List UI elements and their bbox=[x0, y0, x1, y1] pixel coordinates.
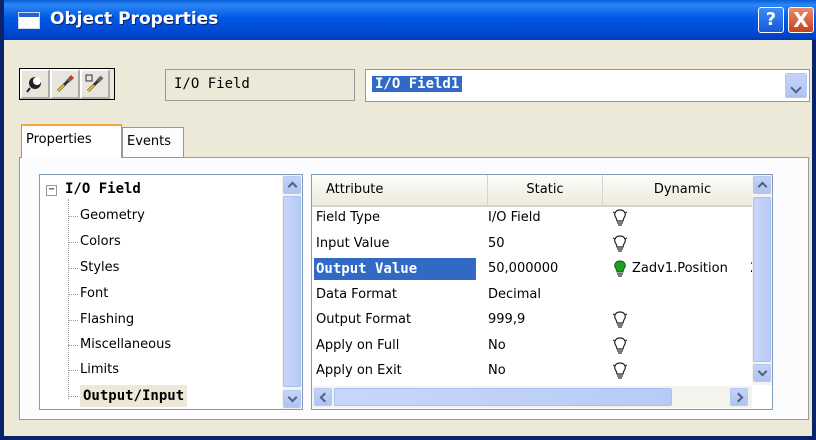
grid-row[interactable]: Output Format 999,9 bbox=[312, 309, 772, 331]
cell-static[interactable]: I/O Field bbox=[488, 207, 598, 229]
tab-properties[interactable]: Properties bbox=[21, 124, 122, 158]
cell-static[interactable]: Decimal bbox=[488, 284, 598, 306]
column-header-attribute[interactable]: Attribute bbox=[312, 175, 488, 205]
tree-item-font[interactable]: Font bbox=[67, 283, 108, 305]
grid-row[interactable]: Apply on Full No bbox=[312, 335, 772, 357]
object-type-field: I/O Field bbox=[165, 69, 355, 101]
grid-scroll-left-icon[interactable] bbox=[314, 388, 332, 406]
property-tree: − I/O Field Geometry Colors Styles Font F… bbox=[39, 174, 303, 410]
object-name-combo[interactable]: I/O Field1 bbox=[365, 69, 810, 102]
cell-attribute[interactable]: Apply on Full bbox=[314, 335, 476, 357]
column-header-static[interactable]: Static bbox=[488, 175, 603, 205]
collapse-toggle-icon[interactable]: − bbox=[46, 185, 57, 196]
scroll-down-icon[interactable] bbox=[283, 390, 301, 408]
tree-scrollbar[interactable] bbox=[282, 175, 302, 409]
cell-static[interactable]: No bbox=[488, 335, 598, 357]
tree-item-output-input[interactable]: Output/Input bbox=[67, 385, 188, 407]
cell-static[interactable]: 999,9 bbox=[488, 309, 598, 331]
window-icon bbox=[18, 12, 40, 29]
pin-icon[interactable] bbox=[20, 69, 50, 99]
cell-static[interactable]: 50,000000 bbox=[488, 258, 598, 280]
title-bar[interactable]: Object Properties ? X bbox=[4, 0, 816, 40]
grid-scroll-up-icon[interactable] bbox=[753, 176, 771, 194]
attribute-grid: Attribute Static Dynamic Field Type I/O F… bbox=[311, 174, 773, 410]
pipette-copy-icon[interactable] bbox=[80, 69, 110, 99]
grid-hscroll-thumb[interactable] bbox=[334, 388, 672, 406]
object-name-value[interactable]: I/O Field1 bbox=[372, 76, 463, 92]
cell-static[interactable]: No bbox=[488, 360, 598, 382]
tree-root[interactable]: − I/O Field bbox=[46, 181, 141, 197]
grid-scroll-down-icon[interactable] bbox=[753, 364, 771, 382]
cell-attribute[interactable]: Output Format bbox=[314, 309, 476, 331]
tree-item-colors[interactable]: Colors bbox=[68, 231, 121, 253]
tree-root-label: I/O Field bbox=[65, 181, 141, 197]
cell-attribute[interactable]: Apply on Exit bbox=[314, 360, 476, 382]
grid-vscroll-thumb[interactable] bbox=[753, 197, 771, 362]
tree-item-geometry[interactable]: Geometry bbox=[68, 205, 145, 227]
tree-item-styles[interactable]: Styles bbox=[67, 257, 119, 279]
tab-events[interactable]: Events bbox=[122, 127, 184, 157]
toolbar bbox=[19, 68, 115, 100]
close-button[interactable]: X bbox=[788, 7, 814, 33]
grid-row[interactable]: Input Value 50 bbox=[312, 233, 772, 255]
object-properties-window: Object Properties ? X I/O Field I/O Fiel… bbox=[0, 0, 816, 440]
grid-row[interactable]: Data Format Decimal bbox=[312, 284, 772, 306]
tree-item-flashing[interactable]: Flashing bbox=[67, 309, 134, 331]
grid-row[interactable]: Output Value50,000000Zadv1.Position2 bbox=[312, 258, 772, 280]
cell-attribute[interactable]: Input Value bbox=[314, 233, 476, 255]
tree-item-limits[interactable]: Limits bbox=[68, 359, 119, 381]
column-header-dynamic[interactable]: Dynamic bbox=[603, 175, 763, 205]
grid-row[interactable]: Field Type I/O Field bbox=[312, 207, 772, 229]
cell-attribute[interactable]: Data Format bbox=[314, 284, 476, 306]
pipette-icon[interactable] bbox=[50, 69, 80, 99]
cell-static[interactable]: 50 bbox=[488, 233, 598, 255]
cell-attribute[interactable]: Field Type bbox=[314, 207, 476, 229]
grid-hscrollbar[interactable] bbox=[312, 386, 752, 408]
cell-attribute[interactable]: Output Value bbox=[314, 258, 476, 280]
scroll-thumb[interactable] bbox=[283, 196, 301, 387]
grid-scroll-right-icon[interactable] bbox=[730, 388, 748, 406]
window-title: Object Properties bbox=[50, 9, 219, 29]
grid-vscrollbar[interactable] bbox=[752, 175, 772, 385]
grid-row[interactable]: Apply on Exit No bbox=[312, 360, 772, 382]
chevron-down-icon[interactable] bbox=[785, 73, 807, 98]
scroll-up-icon[interactable] bbox=[283, 176, 301, 194]
grid-header: Attribute Static Dynamic bbox=[312, 175, 772, 207]
tree-item-miscellaneous[interactable]: Miscellaneous bbox=[67, 334, 171, 356]
cell-dynamic[interactable]: Zadv1.Position bbox=[632, 258, 747, 280]
help-button[interactable]: ? bbox=[758, 7, 784, 33]
tree-connector bbox=[68, 199, 69, 399]
